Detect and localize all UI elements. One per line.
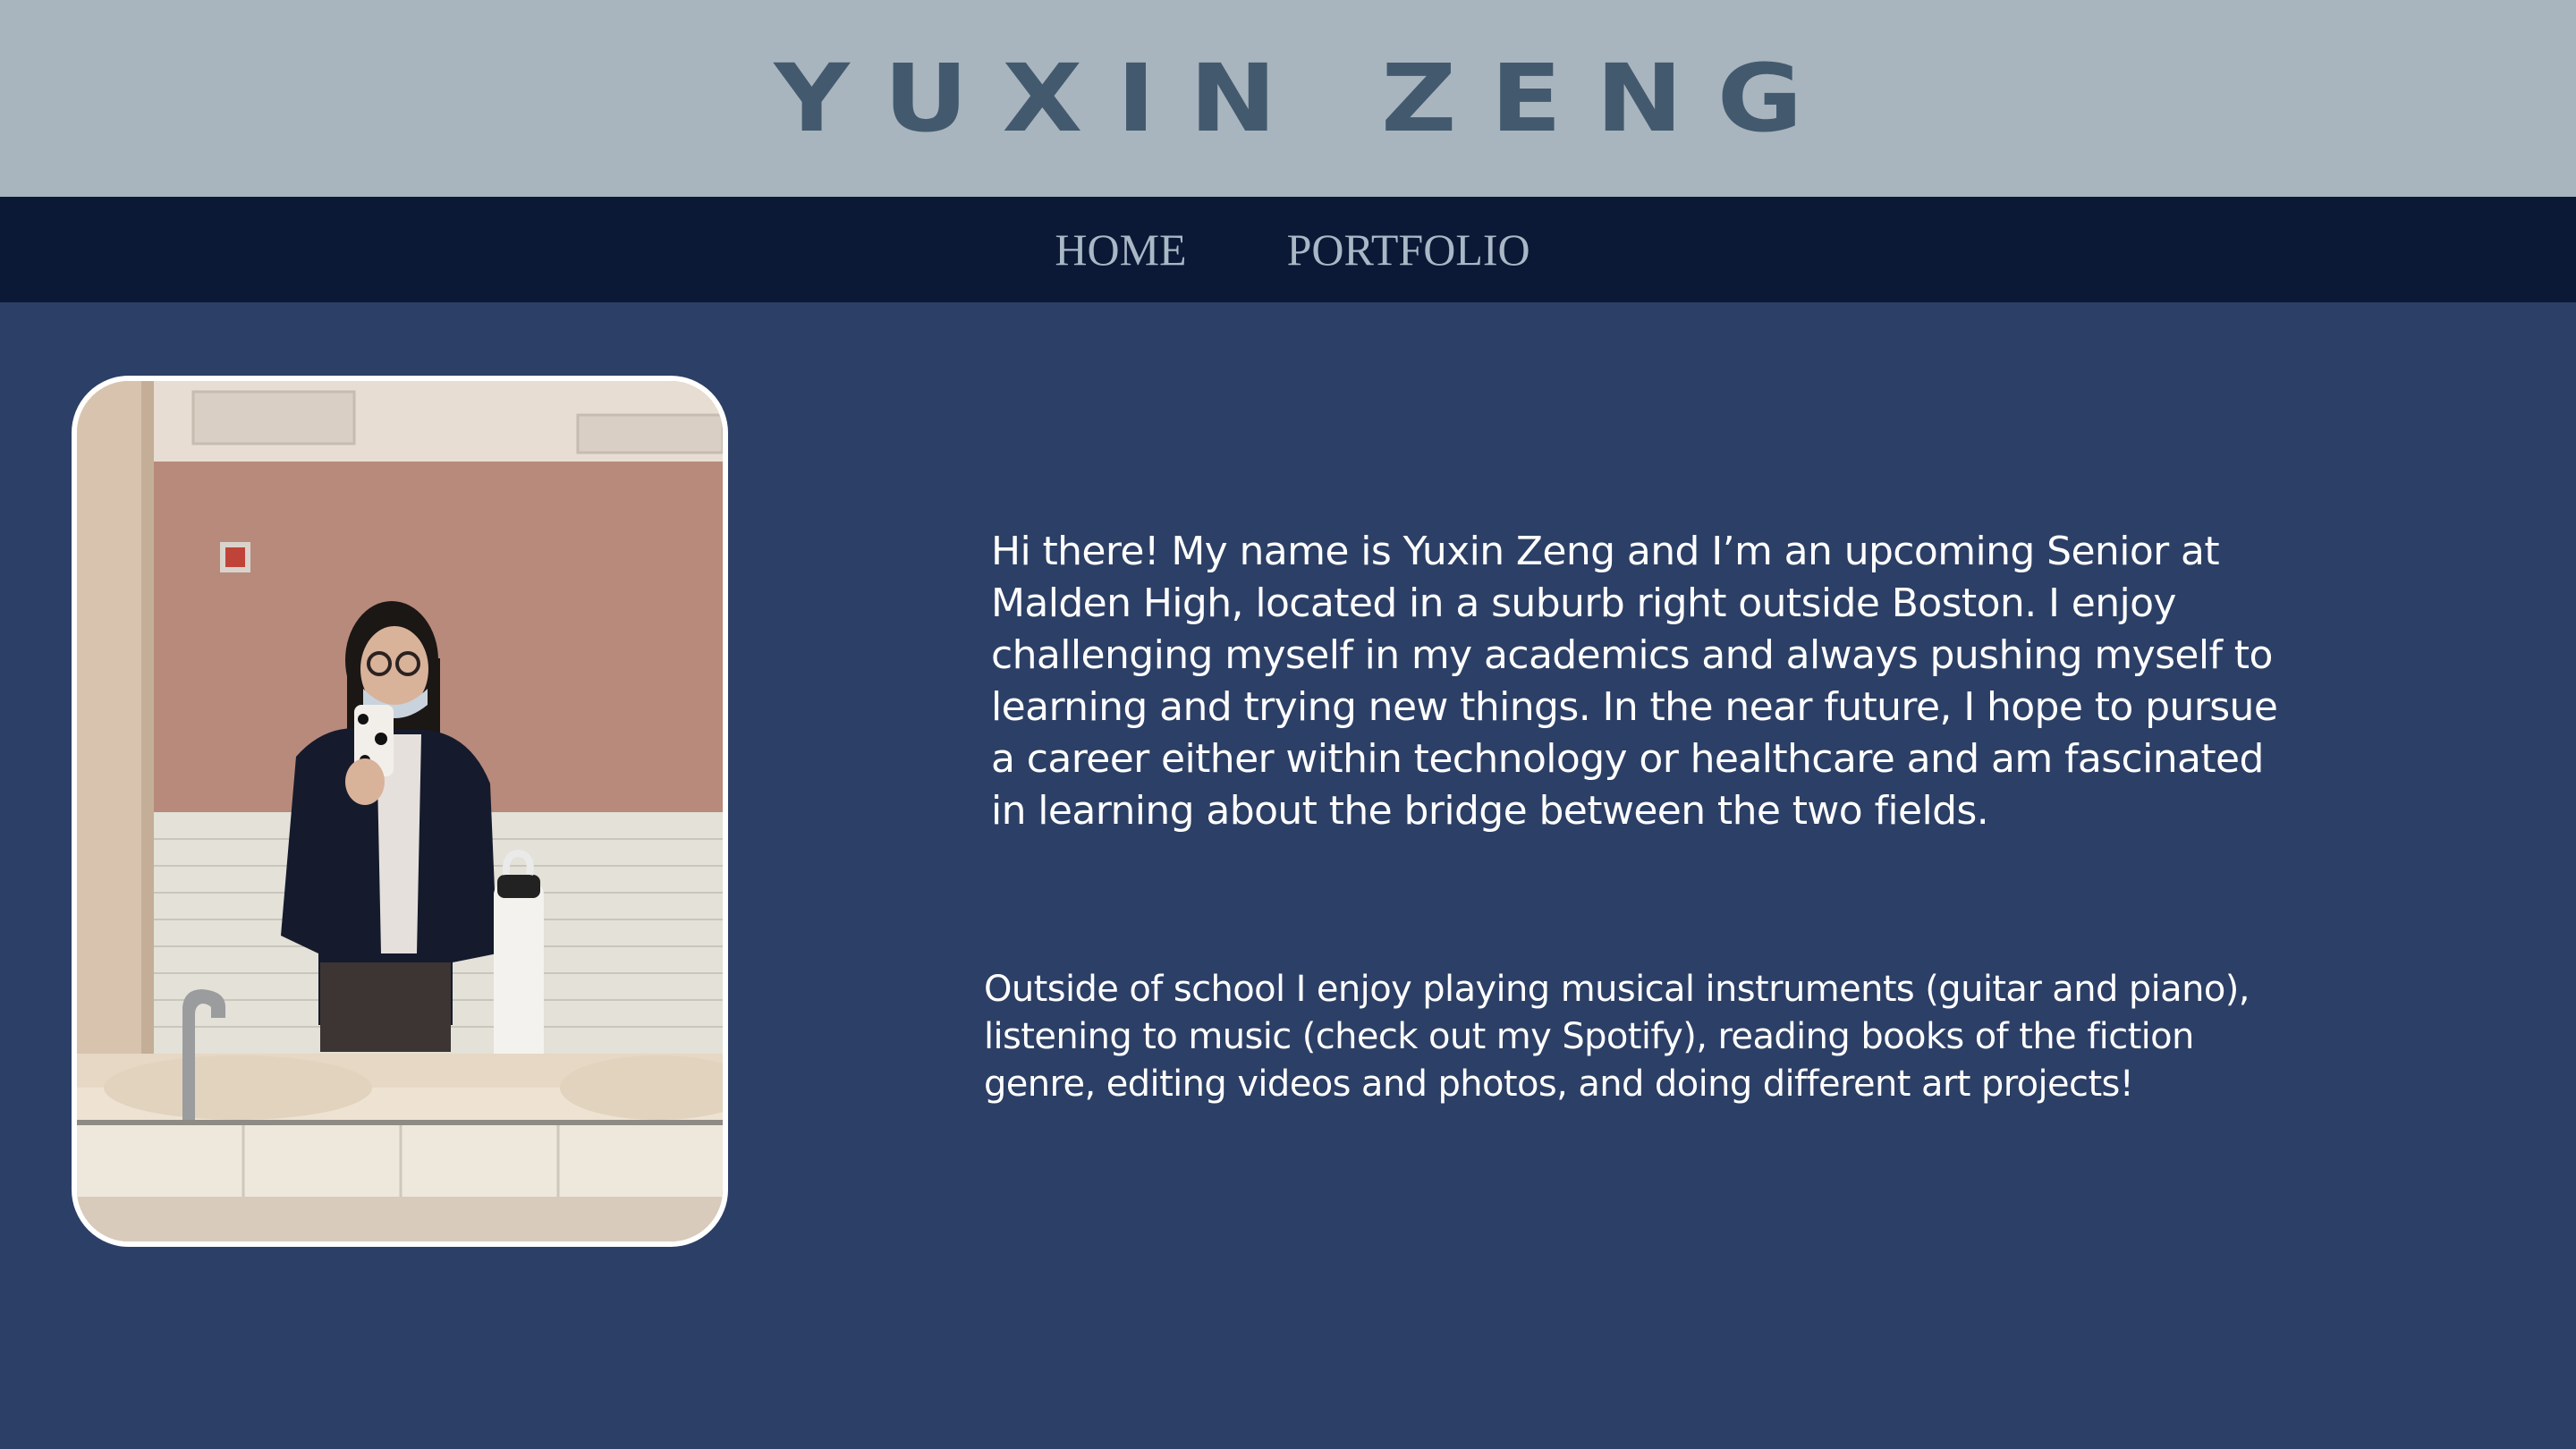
profile-photo-image bbox=[77, 381, 723, 1241]
site-title: YUXIN ZENG bbox=[774, 44, 1837, 153]
profile-photo bbox=[72, 376, 728, 1247]
site-header: YUXIN ZENG bbox=[0, 0, 2576, 197]
nav-bar: HOME PORTFOLIO bbox=[0, 197, 2576, 302]
bio-intro-paragraph: Hi there! My name is Yuxin Zeng and I’m … bbox=[991, 529, 2278, 834]
nav-portfolio-link[interactable]: PORTFOLIO bbox=[1287, 224, 1530, 275]
nav-home-link[interactable]: HOME bbox=[1055, 224, 1186, 275]
bio-hobbies-paragraph: Outside of school I enjoy playing musica… bbox=[984, 969, 2250, 1105]
